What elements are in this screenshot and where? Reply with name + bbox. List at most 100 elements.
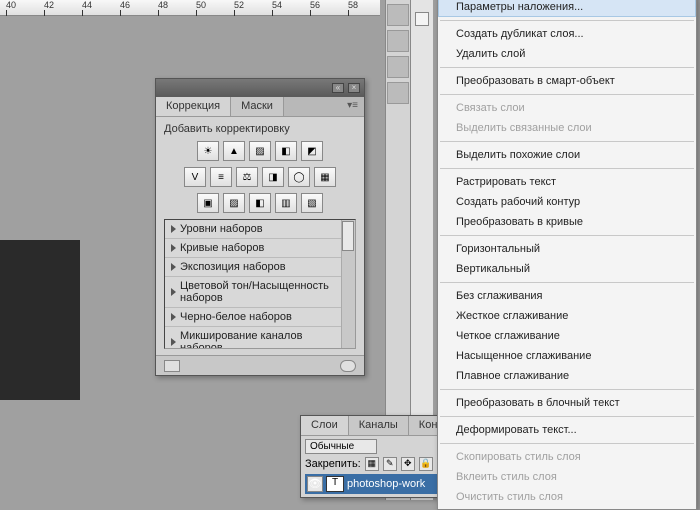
lock-position-icon[interactable]: ✥ — [401, 457, 415, 471]
adj-icon-row-2: V≡⚖◨◯▦ — [164, 167, 356, 187]
panel-menu-icon[interactable]: ▾≡ — [341, 97, 364, 116]
menu-item[interactable]: Плавное сглаживание — [438, 366, 696, 386]
preset-label: Кривые наборов — [180, 242, 264, 254]
menu-item[interactable]: Параметры наложения... — [438, 0, 696, 17]
adjustment-icon[interactable]: ◯ — [288, 167, 310, 187]
adjustments-panel: « × Коррекция Маски ▾≡ Добавить корректи… — [155, 78, 365, 376]
menu-item[interactable]: Преобразовать в смарт-объект — [438, 71, 696, 91]
adjustment-preset-item[interactable]: Цветовой тон/Насыщенность наборов — [165, 277, 341, 308]
menu-separator — [440, 235, 694, 236]
adjustment-icon[interactable]: ◩ — [301, 141, 323, 161]
menu-item[interactable]: Горизонтальный — [438, 239, 696, 259]
preset-label: Цветовой тон/Насыщенность наборов — [180, 280, 335, 304]
adjustments-subtitle: Добавить корректировку — [164, 123, 356, 135]
menu-item: Выделить связанные слои — [438, 118, 696, 138]
preset-label: Микширование каналов наборов — [180, 330, 335, 349]
list-scrollbar[interactable] — [341, 220, 355, 348]
adjustment-preset-item[interactable]: Микширование каналов наборов — [165, 327, 341, 349]
adjustment-icon[interactable]: ▥ — [275, 193, 297, 213]
menu-item[interactable]: Выделить похожие слои — [438, 145, 696, 165]
lock-transparency-icon[interactable]: ▦ — [365, 457, 379, 471]
adjustment-icon[interactable]: ▣ — [197, 193, 219, 213]
layer-context-menu: Параметры наложения... Создать дубликат с… — [437, 0, 697, 510]
menu-separator — [440, 168, 694, 169]
menu-separator — [440, 282, 694, 283]
menu-item[interactable]: Жесткое сглаживание — [438, 306, 696, 326]
adjustment-icon[interactable]: ▧ — [301, 193, 323, 213]
adjustment-icon[interactable]: ◧ — [249, 193, 271, 213]
menu-item[interactable]: Без сглаживания — [438, 286, 696, 306]
adjustment-preset-item[interactable]: Черно-белое наборов — [165, 308, 341, 327]
adjustment-preset-item[interactable]: Уровни наборов — [165, 220, 341, 239]
canvas-edge — [0, 240, 80, 400]
tab-channels[interactable]: Каналы — [349, 416, 409, 435]
preset-label: Экспозиция наборов — [180, 261, 286, 273]
menu-item[interactable]: Вертикальный — [438, 259, 696, 279]
layers-body: Обычные Закрепить: ▦ ✎ ✥ 🔒 👁 T photoshop… — [301, 436, 444, 497]
preset-label: Черно-белое наборов — [180, 311, 292, 323]
panel-close-icon[interactable]: × — [348, 83, 360, 93]
layer-row-selected[interactable]: 👁 T photoshop-work — [305, 474, 440, 494]
menu-item: Очистить стиль слоя — [438, 487, 696, 507]
adjustment-icon[interactable]: ◨ — [262, 167, 284, 187]
lock-all-icon[interactable]: 🔒 — [419, 457, 433, 471]
adjustment-icon[interactable]: ▦ — [314, 167, 336, 187]
menu-separator — [440, 141, 694, 142]
menu-item[interactable]: Насыщенное сглаживание — [438, 346, 696, 366]
list-scrollbar-thumb[interactable] — [342, 221, 354, 251]
dock-icon-3[interactable] — [387, 56, 409, 78]
visibility-eye-icon[interactable]: 👁 — [307, 476, 323, 492]
panel-collapse-icon[interactable]: « — [332, 83, 344, 93]
ruler-tick: 48 — [158, 0, 168, 10]
adjustment-icon[interactable]: ▲ — [223, 141, 245, 161]
menu-item[interactable]: Растрировать текст — [438, 172, 696, 192]
adj-icon-row-1: ☀▲▨◧◩ — [164, 141, 356, 161]
adjustment-icon[interactable]: ☀ — [197, 141, 219, 161]
menu-item[interactable]: Преобразовать в кривые — [438, 212, 696, 232]
ruler-tick: 54 — [272, 0, 282, 10]
dock-icon-2[interactable] — [387, 30, 409, 52]
expand-triangle-icon — [171, 244, 176, 252]
footer-icon-left[interactable] — [164, 360, 180, 372]
menu-item[interactable]: Удалить слой — [438, 44, 696, 64]
lock-pixels-icon[interactable]: ✎ — [383, 457, 397, 471]
adjustment-icon[interactable]: ≡ — [210, 167, 232, 187]
menu-item[interactable]: Деформировать текст... — [438, 420, 696, 440]
layer-type-text-icon: T — [326, 476, 344, 492]
menu-item[interactable]: Создать дубликат слоя... — [438, 24, 696, 44]
blend-mode-select[interactable]: Обычные — [305, 439, 377, 454]
ruler-tick: 44 — [82, 0, 92, 10]
adjustment-preset-item[interactable]: Экспозиция наборов — [165, 258, 341, 277]
dock-icon-4[interactable] — [387, 82, 409, 104]
expand-triangle-icon — [171, 225, 176, 233]
footer-icon-right[interactable] — [340, 360, 356, 372]
ruler-tick: 42 — [44, 0, 54, 10]
adj-icon-row-3: ▣▨◧▥▧ — [164, 193, 356, 213]
tab-correction[interactable]: Коррекция — [156, 97, 231, 116]
expand-triangle-icon — [171, 338, 176, 346]
menu-item[interactable]: Преобразовать в блочный текст — [438, 393, 696, 413]
menu-separator — [440, 67, 694, 68]
horizontal-ruler: 40424446485052545658 — [0, 0, 380, 16]
adjustment-icon[interactable]: ⚖ — [236, 167, 258, 187]
panel-titlebar[interactable]: « × — [156, 79, 364, 97]
adjustment-icon[interactable]: V — [184, 167, 206, 187]
adjustment-icon[interactable]: ▨ — [223, 193, 245, 213]
ruler-tick: 58 — [348, 0, 358, 10]
tab-masks[interactable]: Маски — [231, 97, 284, 116]
adjustments-body: Добавить корректировку ☀▲▨◧◩ V≡⚖◨◯▦ ▣▨◧▥… — [156, 117, 364, 355]
ruler-tick: 40 — [6, 0, 16, 10]
menu-item[interactable]: Создать рабочий контур — [438, 192, 696, 212]
menu-item[interactable]: Четкое сглаживание — [438, 326, 696, 346]
lock-label: Закрепить: — [305, 458, 361, 470]
menu-separator — [440, 389, 694, 390]
adjustment-icon[interactable]: ◧ — [275, 141, 297, 161]
dock-icon-1[interactable] — [387, 4, 409, 26]
preset-label: Уровни наборов — [180, 223, 263, 235]
layers-tabs: Слои Каналы Контуры — [301, 416, 444, 436]
adjustment-icon[interactable]: ▨ — [249, 141, 271, 161]
tab-layers[interactable]: Слои — [301, 416, 349, 435]
dock2-icon[interactable] — [415, 12, 429, 26]
adjustments-tabs: Коррекция Маски ▾≡ — [156, 97, 364, 117]
adjustment-preset-item[interactable]: Кривые наборов — [165, 239, 341, 258]
